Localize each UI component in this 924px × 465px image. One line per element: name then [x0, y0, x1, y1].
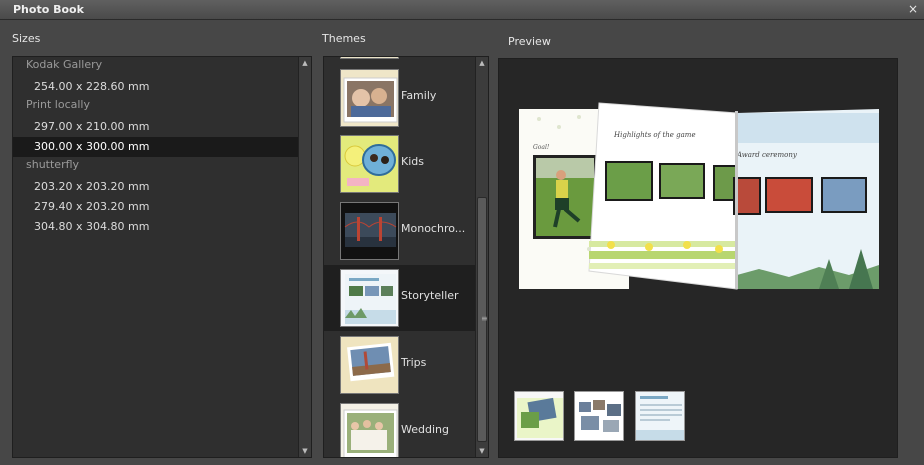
theme-item-monochrome[interactable]: Monochro...: [324, 198, 476, 264]
theme-name: Storyteller: [401, 289, 459, 302]
theme-item-kids[interactable]: Kids: [324, 131, 476, 197]
spread-heading: Highlights of the game: [613, 131, 696, 139]
left-page-caption: Goal!: [533, 144, 550, 151]
theme-name: Family: [401, 89, 437, 102]
theme-name: Monochro...: [401, 222, 466, 235]
theme-item-wedding[interactable]: Wedding: [324, 399, 476, 457]
themes-scrollbar[interactable]: ▲ ≡ ▼: [475, 57, 488, 457]
storyteller-theme-thumbnail-icon: [340, 269, 399, 327]
right-page-heading: Award ceremony: [736, 151, 798, 159]
family-theme-thumbnail-icon: [340, 69, 399, 127]
size-item[interactable]: 203.20 x 203.20 mm: [13, 177, 299, 197]
scroll-thumb[interactable]: ≡: [477, 197, 488, 442]
theme-name: Wedding: [401, 423, 449, 436]
preview-label: Preview: [508, 35, 551, 48]
size-item[interactable]: 304.80 x 304.80 mm: [13, 217, 299, 237]
themes-list: Family Kids Monochro... Storyteller Trip…: [324, 57, 476, 457]
size-item[interactable]: 254.00 x 228.60 mm: [13, 77, 299, 97]
trips-theme-thumbnail-icon: [340, 336, 399, 394]
theme-item-trips[interactable]: Trips: [324, 332, 476, 398]
sizes-list: Kodak Gallery 254.00 x 228.60 mm Print l…: [13, 57, 299, 237]
close-icon[interactable]: ×: [908, 2, 918, 16]
size-group-print-locally: Print locally: [26, 98, 90, 111]
scroll-down-arrow-icon[interactable]: ▼: [299, 445, 311, 457]
themes-label: Themes: [322, 32, 366, 45]
sizes-label: Sizes: [12, 32, 41, 45]
wedding-theme-thumbnail-icon: [340, 403, 399, 457]
size-group-shutterfly: shutterfly: [26, 158, 80, 171]
scroll-up-arrow-icon[interactable]: ▲: [299, 57, 311, 69]
grip-icon: ≡: [481, 314, 488, 323]
monochrome-theme-thumbnail-icon: [340, 202, 399, 260]
scroll-down-arrow-icon[interactable]: ▼: [476, 445, 488, 457]
cover-page-thumbnail-icon[interactable]: [514, 391, 564, 441]
size-item-selected[interactable]: 300.00 x 300.00 mm: [13, 137, 299, 157]
preview-panel: Goal! Highlights of the game Award cerem…: [498, 58, 898, 458]
book-spread-preview: Goal! Highlights of the game Award cerem…: [519, 102, 879, 290]
spread-page-thumbnail-icon[interactable]: [574, 391, 624, 441]
theme-name: Kids: [401, 155, 424, 168]
window-title: Photo Book: [13, 3, 84, 16]
theme-item-partial[interactable]: [324, 57, 476, 63]
theme-item-family[interactable]: Family: [324, 65, 476, 131]
size-item[interactable]: 297.00 x 210.00 mm: [13, 117, 299, 137]
sizes-scrollbar[interactable]: ▲ ▼: [298, 57, 311, 457]
sizes-list-panel: Kodak Gallery 254.00 x 228.60 mm Print l…: [12, 56, 312, 458]
theme-name: Trips: [401, 356, 427, 369]
theme-thumbnail-icon: [340, 57, 399, 59]
size-item[interactable]: 279.40 x 203.20 mm: [13, 197, 299, 217]
theme-item-storyteller[interactable]: Storyteller: [324, 265, 476, 331]
scroll-up-arrow-icon[interactable]: ▲: [476, 57, 488, 69]
size-group-kodak-gallery: Kodak Gallery: [26, 58, 103, 71]
themes-list-panel: Family Kids Monochro... Storyteller Trip…: [323, 56, 489, 458]
text-page-thumbnail-icon[interactable]: [635, 391, 685, 441]
kids-theme-thumbnail-icon: [340, 135, 399, 193]
title-bar: Photo Book ×: [0, 0, 924, 20]
